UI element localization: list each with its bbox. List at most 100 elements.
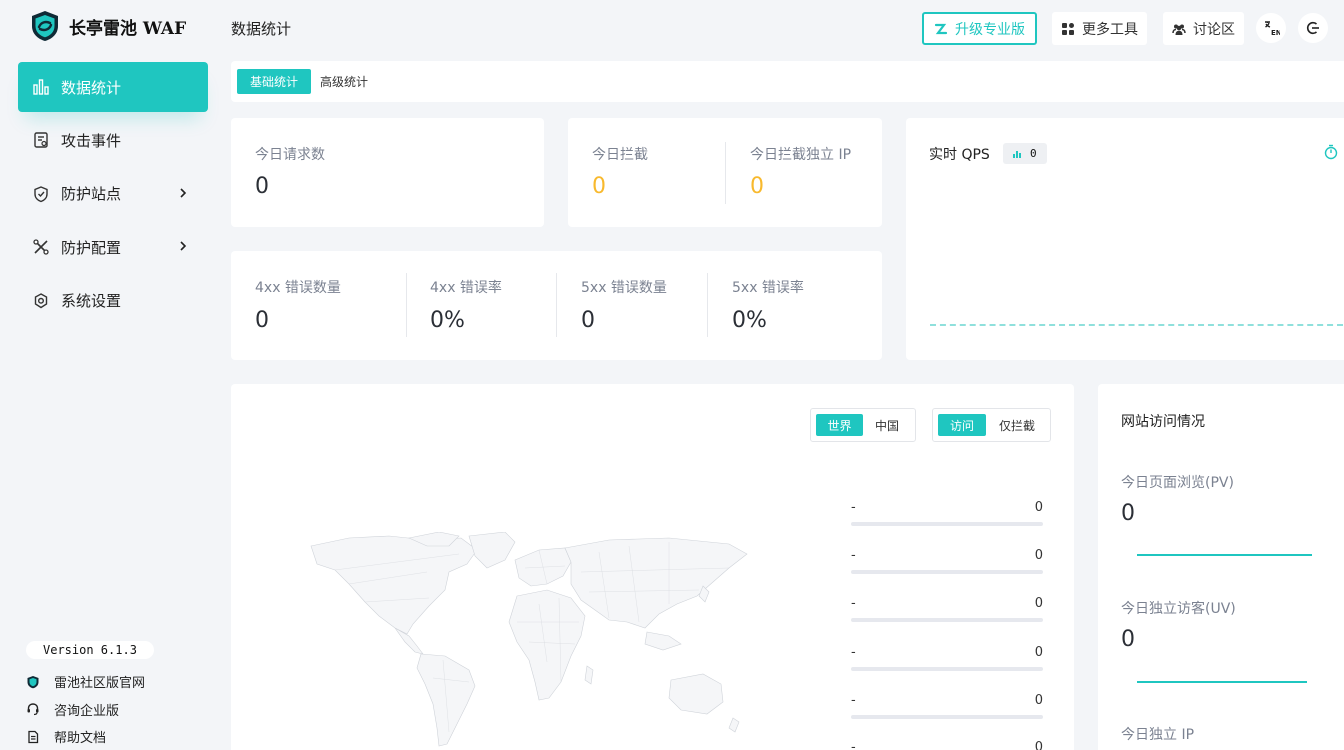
sidebar-item-attack-events[interactable]: 攻击事件 — [18, 115, 208, 165]
ip-label: 今日独立 IP — [1121, 727, 1195, 743]
footer-link-label: 帮助文档 — [54, 731, 107, 747]
rank-value: 0 — [1034, 645, 1043, 660]
logo-shield-icon — [26, 675, 40, 689]
rank-value: 0 — [1034, 740, 1043, 750]
uv-sparkline — [1137, 681, 1307, 683]
stat-value: 0% — [430, 308, 465, 333]
rank-name: - — [851, 596, 856, 611]
rank-bar — [851, 522, 1043, 526]
list-item: - 0 — [851, 548, 1043, 588]
sidebar-item-label: 攻击事件 — [61, 131, 122, 150]
upgrade-button[interactable]: 升级专业版 — [922, 12, 1037, 45]
qps-baseline — [930, 324, 1343, 326]
card-site-visits: 网站访问情况 今日页面浏览(PV) 0 今日独立访客(UV) 0 今日独立 IP — [1098, 384, 1344, 750]
mode-toggle: 访问 仅拦截 — [932, 408, 1051, 442]
upgrade-label: 升级专业版 — [955, 21, 1025, 38]
chevron-right-icon — [180, 241, 187, 251]
stat-label: 5xx 错误数量 — [581, 280, 667, 296]
logout-button[interactable] — [1298, 13, 1328, 43]
stats-tabbar: 基础统计 高级统计 — [231, 61, 1344, 102]
list-item: - 0 — [851, 500, 1043, 540]
stat-value: 0 — [750, 174, 764, 199]
divider — [406, 273, 407, 337]
bar-chart-icon — [32, 78, 50, 96]
forum-button[interactable]: 讨论区 — [1163, 12, 1244, 45]
uv-label: 今日独立访客(UV) — [1121, 601, 1236, 617]
qps-title: 实时 QPS — [929, 147, 990, 163]
tools-icon — [32, 238, 50, 256]
chevron-right-icon — [180, 188, 187, 198]
sidebar-item-label: 防护配置 — [61, 238, 122, 257]
sidebar-item-protected-sites[interactable]: 防护站点 — [18, 169, 208, 219]
card-world-map: 世界 中国 访问 仅拦截 - 0 - 0 - 0 - 0 - 0 - 0 — [231, 384, 1074, 750]
mode-option-blocked[interactable]: 仅拦截 — [988, 414, 1046, 436]
footer-link-label: 咨询企业版 — [54, 703, 120, 719]
card-today-requests: 今日请求数 0 — [231, 118, 544, 227]
language-switch-button[interactable]: EN — [1256, 13, 1286, 43]
footer-link-label: 雷池社区版官网 — [54, 676, 146, 692]
divider — [556, 273, 557, 337]
sidebar-item-protection-config[interactable]: 防护配置 — [18, 222, 208, 272]
tab-advanced-stats[interactable]: 高级统计 — [307, 69, 381, 94]
list-item: - 0 — [851, 740, 1043, 750]
stat-label: 今日拦截独立 IP — [750, 147, 852, 163]
rank-name: - — [851, 500, 856, 515]
card-error-stats: 4xx 错误数量 0 4xx 错误率 0% 5xx 错误数量 0 5xx 错误率… — [231, 251, 882, 360]
more-tools-button[interactable]: 更多工具 — [1052, 12, 1147, 45]
sidebar-item-label: 防护站点 — [61, 185, 122, 204]
rank-value: 0 — [1034, 693, 1043, 708]
world-map[interactable] — [309, 532, 749, 750]
link-community-site[interactable]: 雷池社区版官网 — [26, 668, 145, 696]
stat-value: 0 — [581, 308, 595, 333]
card-today-blocked: 今日拦截 0 今日拦截独立 IP 0 — [568, 118, 882, 227]
headset-icon — [26, 702, 40, 716]
card-realtime-qps: 实时 QPS 0 — [906, 118, 1344, 360]
document-icon — [32, 131, 50, 149]
sidebar-item-label: 系统设置 — [61, 292, 122, 311]
rank-bar — [851, 570, 1043, 574]
region-option-china[interactable]: 中国 — [863, 414, 911, 436]
users-icon — [1172, 22, 1186, 36]
divider — [707, 273, 708, 337]
link-help-docs[interactable]: 帮助文档 — [26, 723, 145, 750]
list-item: - 0 — [851, 693, 1043, 733]
timer-icon[interactable] — [1324, 144, 1338, 160]
link-enterprise-consult[interactable]: 咨询企业版 — [26, 696, 145, 724]
footer-links: 雷池社区版官网 咨询企业版 帮助文档 — [26, 668, 145, 750]
mini-bar-chart-icon — [1013, 150, 1021, 158]
logout-icon — [1307, 21, 1319, 35]
top-actions: 升级专业版 更多工具 讨论区 EN — [0, 12, 1344, 46]
version-badge: Version 6.1.3 — [26, 641, 154, 659]
rank-value: 0 — [1034, 548, 1043, 563]
stat-label: 4xx 错误率 — [430, 280, 502, 296]
stat-label: 5xx 错误率 — [732, 280, 804, 296]
stat-label: 4xx 错误数量 — [255, 280, 341, 296]
sidebar-item-label: 数据统计 — [61, 78, 122, 97]
mode-option-visit[interactable]: 访问 — [938, 414, 986, 436]
rank-name: - — [851, 693, 856, 708]
region-toggle: 世界 中国 — [810, 408, 916, 442]
region-option-world[interactable]: 世界 — [816, 414, 863, 436]
rank-name: - — [851, 740, 856, 750]
pv-value: 0 — [1121, 501, 1135, 526]
forum-label: 讨论区 — [1193, 21, 1235, 38]
rank-name: - — [851, 645, 856, 660]
rank-bar — [851, 715, 1043, 719]
upgrade-icon — [934, 23, 948, 34]
uv-value: 0 — [1121, 627, 1135, 652]
qps-value: 0 — [1030, 147, 1037, 160]
sidebar-item-system-settings[interactable]: 系统设置 — [18, 276, 208, 326]
tab-basic-stats[interactable]: 基础统计 — [237, 69, 312, 94]
grid-icon — [1061, 22, 1075, 36]
pv-sparkline — [1137, 554, 1312, 556]
rank-value: 0 — [1034, 500, 1043, 515]
visits-title: 网站访问情况 — [1121, 414, 1205, 430]
gear-icon — [32, 292, 50, 310]
sidebar: 长亭雷池 WAF 数据统计 攻击事件 防护站点 防护配置 系统设置 Versio… — [0, 0, 220, 750]
sidebar-nav: 数据统计 攻击事件 防护站点 防护配置 系统设置 — [18, 62, 208, 329]
sidebar-item-statistics[interactable]: 数据统计 — [18, 62, 208, 112]
stat-label: 今日拦截 — [592, 147, 648, 163]
list-item: - 0 — [851, 596, 1043, 636]
divider — [725, 142, 726, 204]
file-icon — [26, 730, 40, 744]
